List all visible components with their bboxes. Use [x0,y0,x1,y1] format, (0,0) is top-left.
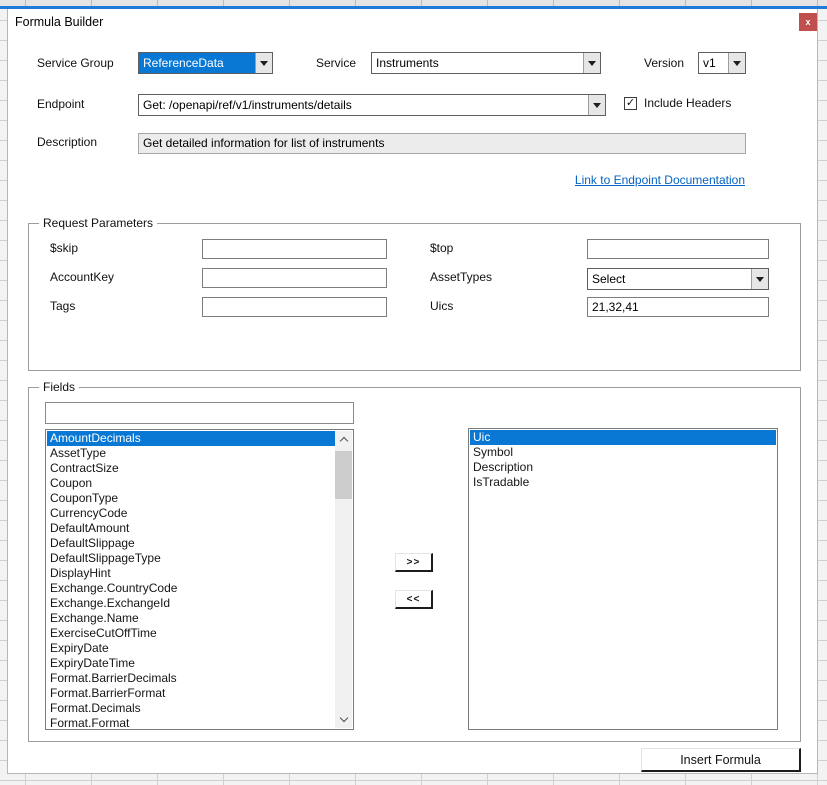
list-item[interactable]: Format.Decimals [47,701,335,716]
service-group-dropdown[interactable]: ReferenceData [138,52,273,74]
available-fields-list[interactable]: AmountDecimalsAssetTypeContractSizeCoupo… [45,429,354,730]
check-icon: ✓ [626,98,635,108]
list-item[interactable]: IsTradable [470,475,776,490]
description-value: Get detailed information for list of ins… [138,133,746,154]
service-group-label: Service Group [37,56,114,70]
asset-types-dropdown[interactable]: Select [587,268,769,290]
list-item[interactable]: Uic [470,430,776,445]
close-button[interactable]: x [799,13,817,31]
chevron-down-icon[interactable] [728,53,745,73]
tags-input[interactable] [202,297,387,317]
request-parameters-legend: Request Parameters [39,216,157,230]
close-icon: x [805,18,810,27]
service-dropdown[interactable]: Instruments [371,52,601,74]
list-item[interactable]: Description [470,460,776,475]
list-item[interactable]: AmountDecimals [47,431,335,446]
chevron-down-icon[interactable] [588,95,605,115]
endpoint-label: Endpoint [37,97,84,111]
list-item[interactable]: Exchange.ExchangeId [47,596,335,611]
service-group-value: ReferenceData [139,53,255,73]
version-value: v1 [699,53,728,73]
asset-types-value: Select [588,269,751,289]
include-headers-checkbox[interactable]: ✓ [624,97,637,110]
add-fields-button[interactable]: >> [395,553,433,572]
list-item[interactable]: CouponType [47,491,335,506]
list-item[interactable]: Coupon [47,476,335,491]
endpoint-documentation-link[interactable]: Link to Endpoint Documentation [575,173,745,187]
list-item[interactable]: ContractSize [47,461,335,476]
dialog-title: Formula Builder [15,15,103,29]
selected-fields-items: UicSymbolDescriptionIsTradable [470,430,776,728]
scrollbar-thumb[interactable] [335,451,352,499]
account-key-input[interactable] [202,268,387,288]
formula-builder-dialog: Formula Builder x Service Group Referenc… [7,9,818,774]
chevron-down-icon[interactable] [751,269,768,289]
field-search-input[interactable] [45,402,354,424]
available-fields-items: AmountDecimalsAssetTypeContractSizeCoupo… [47,431,335,728]
chevron-down-icon[interactable] [255,53,272,73]
list-item[interactable]: ExpiryDateTime [47,656,335,671]
skip-input[interactable] [202,239,387,259]
selected-fields-list[interactable]: UicSymbolDescriptionIsTradable [468,428,778,730]
uics-label: Uics [430,299,453,313]
account-key-label: AccountKey [50,270,114,284]
service-value: Instruments [372,53,583,73]
list-item[interactable]: CurrencyCode [47,506,335,521]
asset-types-label: AssetTypes [430,270,492,284]
remove-fields-button[interactable]: << [395,590,433,609]
version-label: Version [644,56,684,70]
list-item[interactable]: AssetType [47,446,335,461]
endpoint-dropdown[interactable]: Get: /openapi/ref/v1/instruments/details [138,94,606,116]
scroll-down-button[interactable] [335,711,352,728]
skip-label: $skip [50,241,78,255]
list-item[interactable]: Symbol [470,445,776,460]
description-label: Description [37,135,97,149]
list-item[interactable]: ExpiryDate [47,641,335,656]
list-item[interactable]: DefaultSlippageType [47,551,335,566]
uics-input[interactable] [587,297,769,317]
scrollbar[interactable] [335,431,352,728]
fields-legend: Fields [39,380,79,394]
fields-group: Fields AmountDecimalsAssetTypeContractSi… [28,387,801,742]
chevron-down-icon [339,714,347,722]
tags-label: Tags [50,299,75,313]
scroll-up-button[interactable] [335,431,352,448]
list-item[interactable]: ExerciseCutOffTime [47,626,335,641]
list-item[interactable]: DefaultAmount [47,521,335,536]
list-item[interactable]: DefaultSlippage [47,536,335,551]
request-parameters-group: Request Parameters $skip $top AccountKey… [28,223,801,371]
service-label: Service [316,56,356,70]
list-item[interactable]: Format.BarrierDecimals [47,671,335,686]
chevron-up-icon [339,437,347,445]
endpoint-value: Get: /openapi/ref/v1/instruments/details [139,95,588,115]
list-item[interactable]: Exchange.CountryCode [47,581,335,596]
list-item[interactable]: Exchange.Name [47,611,335,626]
list-item[interactable]: Format.Format [47,716,335,728]
top-label: $top [430,241,453,255]
insert-formula-button[interactable]: Insert Formula [641,748,801,772]
list-item[interactable]: DisplayHint [47,566,335,581]
chevron-down-icon[interactable] [583,53,600,73]
list-item[interactable]: Format.BarrierFormat [47,686,335,701]
version-dropdown[interactable]: v1 [698,52,746,74]
include-headers-label: Include Headers [644,96,731,110]
top-input[interactable] [587,239,769,259]
